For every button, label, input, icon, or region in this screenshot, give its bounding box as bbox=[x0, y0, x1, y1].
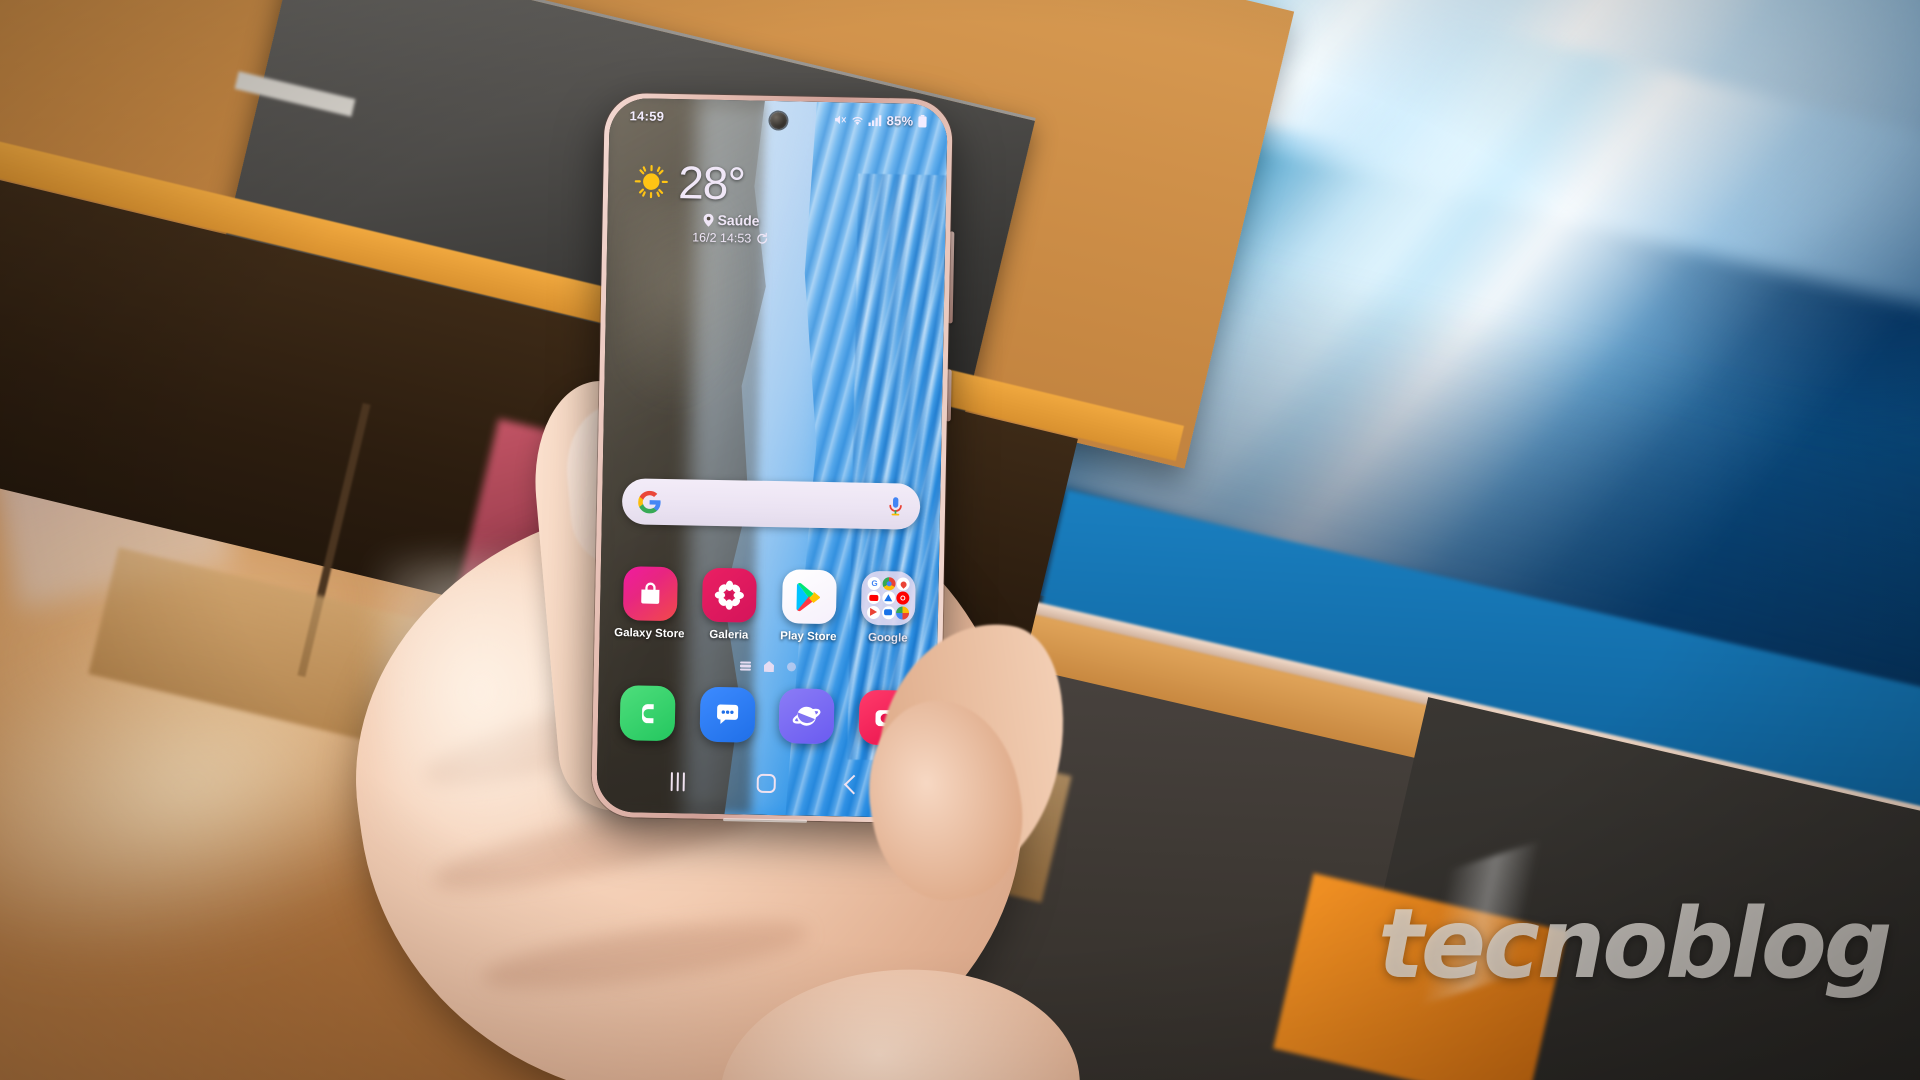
google-g-icon bbox=[638, 490, 661, 513]
google-search-icon: G bbox=[867, 577, 882, 591]
app-grid: Galaxy Store Galeria Play Store G Google bbox=[609, 566, 928, 645]
microphone-icon[interactable] bbox=[887, 496, 904, 516]
weather-location-row: Saúde bbox=[633, 210, 823, 230]
recents-icon[interactable] bbox=[670, 771, 686, 791]
signal-icon bbox=[868, 113, 882, 126]
weather-widget[interactable]: 28° Saúde 16/2 14:53 bbox=[633, 156, 825, 247]
app-label: Galaxy Store bbox=[614, 627, 685, 641]
maps-icon bbox=[896, 577, 910, 591]
location-pin-icon bbox=[703, 213, 714, 227]
home-page-icon[interactable] bbox=[764, 661, 774, 672]
battery-icon bbox=[917, 114, 927, 128]
battery-percent-label: 85% bbox=[886, 112, 914, 129]
app-galeria[interactable]: Galeria bbox=[692, 567, 767, 642]
mute-icon bbox=[833, 113, 847, 126]
screenshot-scene: 14:59 85% 28° Saúde 16/2 14:53 Galaxy St… bbox=[0, 0, 1920, 1080]
folder-mini-grid: G bbox=[861, 571, 916, 626]
drive-icon bbox=[881, 591, 896, 605]
wifi-icon bbox=[850, 113, 864, 126]
app-label: Google bbox=[867, 631, 908, 645]
google-search-bar[interactable] bbox=[621, 478, 921, 530]
status-clock: 14:59 bbox=[629, 107, 665, 124]
meet-icon bbox=[881, 605, 895, 620]
youtube-music-icon bbox=[896, 591, 910, 606]
app-folder-google[interactable]: G Google bbox=[851, 570, 926, 645]
weather-main-row: 28° bbox=[634, 156, 825, 210]
status-icons: 85% bbox=[833, 112, 927, 129]
app-list-icon[interactable] bbox=[739, 661, 752, 671]
messages-icon[interactable] bbox=[699, 686, 756, 743]
chrome-icon bbox=[882, 577, 896, 591]
dock bbox=[608, 685, 927, 746]
app-play-store[interactable]: Play Store bbox=[771, 569, 846, 643]
internet-icon[interactable] bbox=[778, 688, 835, 745]
phone-icon[interactable] bbox=[619, 685, 676, 742]
youtube-icon bbox=[867, 591, 881, 605]
weather-location-label: Saúde bbox=[717, 211, 760, 229]
back-icon[interactable] bbox=[844, 774, 864, 795]
weather-temperature: 28° bbox=[677, 156, 746, 210]
search-input[interactable] bbox=[661, 502, 887, 506]
google-folder-icon[interactable]: G bbox=[861, 570, 917, 626]
home-icon[interactable] bbox=[756, 773, 776, 793]
page-dot[interactable] bbox=[786, 662, 797, 672]
app-label: Play Store bbox=[780, 630, 837, 644]
sun-icon bbox=[634, 164, 669, 199]
gallery-icon[interactable] bbox=[702, 567, 758, 623]
weather-updated-label: 16/2 14:53 bbox=[692, 230, 752, 246]
play-store-icon[interactable] bbox=[781, 569, 837, 625]
refresh-icon[interactable] bbox=[756, 232, 768, 245]
galaxy-store-icon[interactable] bbox=[622, 566, 678, 622]
app-label: Galeria bbox=[709, 628, 749, 642]
app-galaxy-store[interactable]: Galaxy Store bbox=[612, 566, 687, 640]
play-movies-icon bbox=[867, 605, 881, 619]
photos-icon bbox=[895, 606, 910, 620]
